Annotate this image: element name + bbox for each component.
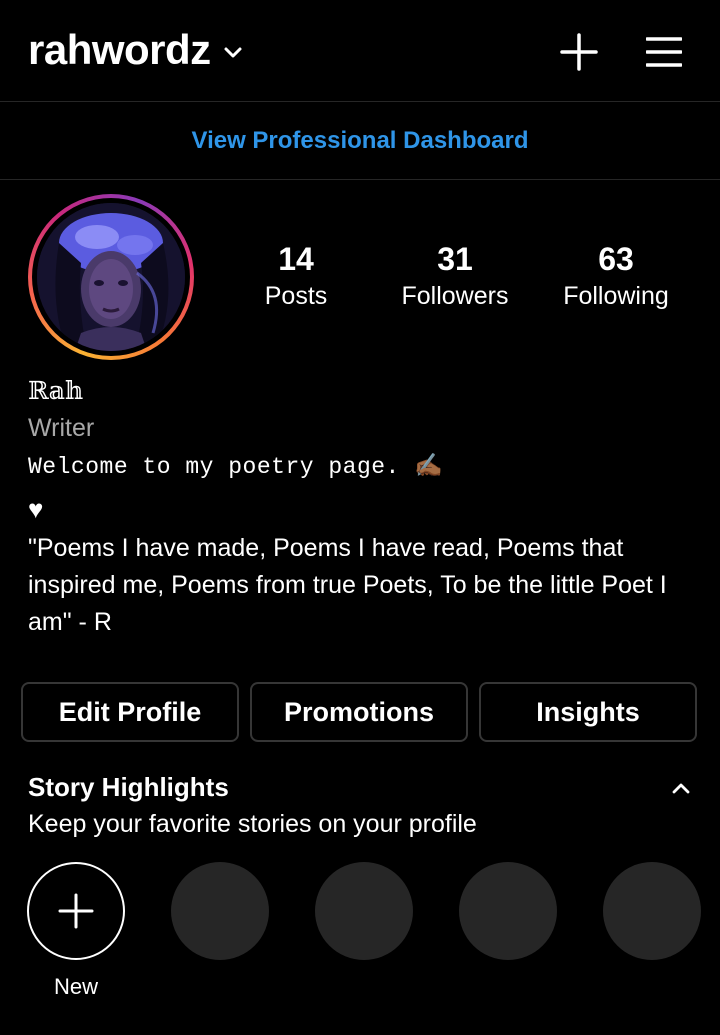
edit-profile-button[interactable]: Edit Profile (21, 682, 239, 742)
bio-quote: "Poems I have made, Poems I have read, P… (28, 534, 667, 636)
new-highlight-label: New (53, 974, 98, 999)
hamburger-menu-icon[interactable] (646, 37, 682, 67)
new-highlight-button[interactable] (27, 862, 125, 960)
username: rahwordz (28, 26, 211, 73)
followers-count: 31 (437, 241, 473, 277)
professional-dashboard-link[interactable]: View Professional Dashboard (192, 127, 529, 155)
avatar (37, 203, 185, 351)
highlight-placeholder (459, 862, 557, 960)
followers-label: Followers (401, 282, 509, 310)
highlight-placeholder (315, 862, 413, 960)
insights-button[interactable]: Insights (479, 682, 697, 742)
chevron-down-icon (224, 47, 242, 58)
posts-count: 14 (278, 241, 314, 277)
plus-icon[interactable] (560, 33, 598, 71)
promotions-button[interactable]: Promotions (250, 682, 468, 742)
followers-stat[interactable]: 31 Followers (392, 240, 518, 314)
bio-line: Welcome to my poetry page. ✍🏾 (28, 454, 444, 480)
posts-label: Posts (264, 282, 328, 310)
following-count: 63 (598, 241, 634, 277)
story-highlights-subtitle: Keep your favorite stories on your profi… (28, 810, 477, 838)
story-highlights-title: Story Highlights (28, 772, 229, 802)
following-label: Following (563, 282, 669, 310)
chevron-up-icon[interactable] (672, 782, 690, 794)
highlight-placeholder (171, 862, 269, 960)
following-stat[interactable]: 63 Following (552, 240, 680, 314)
posts-stat[interactable]: 14 Posts (246, 240, 346, 314)
plus-icon (58, 893, 94, 929)
display-name: ℝ𝕒𝕙 (28, 376, 84, 405)
bio-heart: ♥ (28, 494, 44, 524)
highlight-placeholder (603, 862, 701, 960)
story-ring[interactable] (28, 194, 194, 360)
avatar-photo (37, 203, 185, 351)
account-switcher[interactable]: rahwordz (28, 26, 243, 74)
category-label: Writer (28, 414, 95, 442)
top-bar: rahwordz (0, 0, 720, 102)
professional-dashboard-bar: View Professional Dashboard (0, 102, 720, 180)
